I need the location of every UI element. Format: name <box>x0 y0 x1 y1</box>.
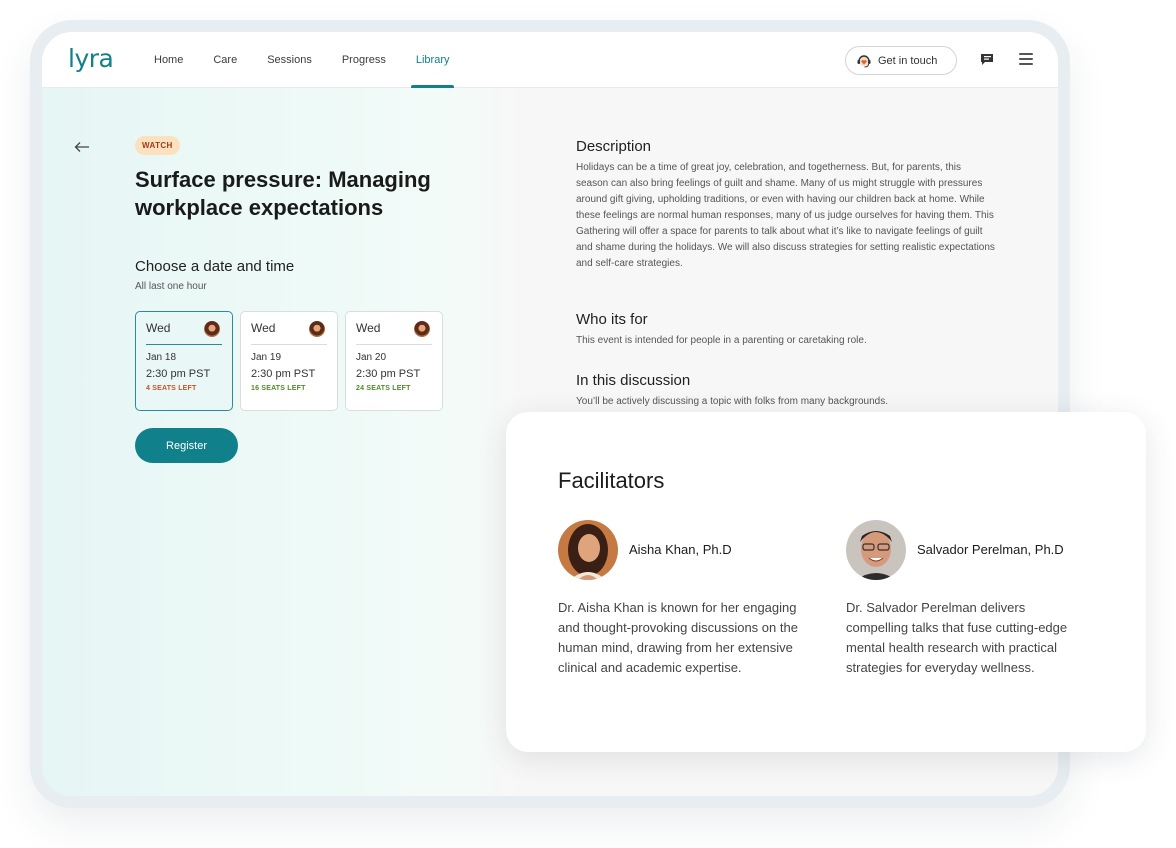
nav-home[interactable]: Home <box>154 32 183 88</box>
get-in-touch-label: Get in touch <box>878 54 938 67</box>
nav-links: Home Care Sessions Progress Library <box>154 32 479 88</box>
facilitator-bio: Dr. Salvador Perelman delivers compellin… <box>846 600 1068 675</box>
facilitators-card: Facilitators Aisha Khan, Ph.D Dr. Aisha … <box>506 412 1146 752</box>
event-title: Surface pressure: Managing workplace exp… <box>135 167 431 220</box>
event-booking-panel: WATCH Surface pressure: Managing workpla… <box>42 88 522 796</box>
discussion-text: You’ll be actively discussing a topic wi… <box>576 396 889 407</box>
facilitators-heading: Facilitators <box>558 468 665 493</box>
lyra-logo[interactable]: lyra <box>68 44 114 73</box>
description-heading: Description <box>576 138 652 155</box>
time-slot-jan-20[interactable]: Wed Jan 20 2:30 pm PST 24 SEATS LEFT <box>345 311 443 411</box>
facilitator-name: Aisha Khan, Ph.D <box>629 542 732 557</box>
top-navigation: lyra Home Care Sessions Progress Library… <box>42 32 1058 88</box>
slot-time: 2:30 pm PST <box>251 368 316 380</box>
back-arrow-icon[interactable] <box>74 140 90 152</box>
watch-badge: WATCH <box>135 136 180 155</box>
facilitator-avatar-icon <box>204 321 220 337</box>
avatar-salvador-perelman <box>846 520 906 580</box>
slot-date: Jan 19 <box>251 352 282 363</box>
who-its-for-text: This event is intended for people in a p… <box>576 335 867 346</box>
time-slot-jan-19[interactable]: Wed Jan 19 2:30 pm PST 16 SEATS LEFT <box>240 311 338 411</box>
time-slot-jan-18[interactable]: Wed Jan 18 2:30 pm PST 4 SEATS LEFT <box>135 311 233 411</box>
nav-progress[interactable]: Progress <box>342 32 386 88</box>
facilitator-name: Salvador Perelman, Ph.D <box>917 542 1064 557</box>
register-button[interactable]: Register <box>135 428 238 463</box>
slot-seats-left: 4 SEATS LEFT <box>146 385 197 392</box>
get-in-touch-button[interactable]: Get in touch <box>845 46 957 75</box>
slot-date: Jan 18 <box>146 352 177 363</box>
slot-time: 2:30 pm PST <box>146 368 211 380</box>
facilitator-avatar-icon <box>309 321 325 337</box>
description-text: Holidays can be a time of great joy, cel… <box>576 162 995 269</box>
who-its-for-heading: Who its for <box>576 311 648 328</box>
nav-sessions[interactable]: Sessions <box>267 32 312 88</box>
hamburger-menu-icon[interactable] <box>1019 53 1033 65</box>
nav-care[interactable]: Care <box>213 32 237 88</box>
avatar-aisha-khan <box>558 520 618 580</box>
nav-library[interactable]: Library <box>410 32 455 88</box>
slot-time: 2:30 pm PST <box>356 368 421 380</box>
choose-date-heading: Choose a date and time <box>135 258 295 275</box>
headset-heart-icon <box>856 53 872 69</box>
time-slot-list: Wed Jan 18 2:30 pm PST 4 SEATS LEFT Wed … <box>135 311 450 411</box>
slot-seats-left: 24 SEATS LEFT <box>356 385 411 392</box>
facilitator-bio: Dr. Aisha Khan is known for her engaging… <box>558 600 798 675</box>
discussion-heading: In this discussion <box>576 372 691 389</box>
slot-seats-left: 16 SEATS LEFT <box>251 385 306 392</box>
slot-date: Jan 20 <box>356 352 387 363</box>
duration-note: All last one hour <box>135 281 207 292</box>
facilitator-avatar-icon <box>414 321 430 337</box>
chat-icon[interactable] <box>979 51 995 67</box>
